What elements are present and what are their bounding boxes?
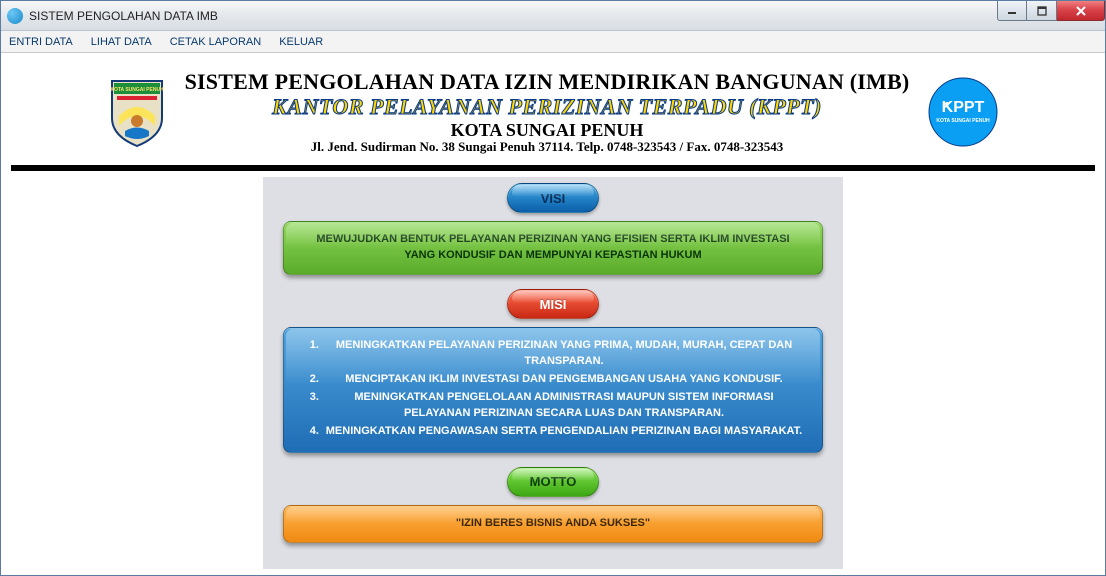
misi-pill: MISI — [507, 289, 599, 319]
menu-lihat-data[interactable]: LIHAT DATA — [91, 36, 152, 48]
visi-panel: MEWUJUDKAN BENTUK PELAYANAN PERIZINAN YA… — [283, 221, 823, 275]
client-area: KOTA SUNGAI PENUH SISTEM PENGOLAHAN DATA… — [1, 53, 1105, 575]
visi-label: VISI — [541, 191, 566, 206]
titlebar: SISTEM PENGOLAHAN DATA IMB — [1, 1, 1105, 31]
window-title: SISTEM PENGOLAHAN DATA IMB — [29, 9, 218, 23]
window-controls — [997, 1, 1105, 21]
maximize-button[interactable] — [1027, 1, 1057, 21]
kppt-logo-icon: KPPT KOTA SUNGAI PENUH — [927, 76, 999, 148]
content-area: VISI MEWUJUDKAN BENTUK PELAYANAN PERIZIN… — [263, 177, 843, 569]
misi-label: MISI — [540, 297, 567, 312]
minimize-icon — [1007, 6, 1017, 16]
close-button[interactable] — [1057, 1, 1105, 21]
city-crest-icon: KOTA SUNGAI PENUH — [107, 76, 167, 148]
motto-panel: "IZIN BERES BISNIS ANDA SUKSES" — [283, 505, 823, 543]
motto-text: "IZIN BERES BISNIS ANDA SUKSES" — [456, 517, 650, 529]
menu-entri-data[interactable]: ENTRI DATA — [9, 36, 73, 48]
header-text-block: SISTEM PENGOLAHAN DATA IZIN MENDIRIKAN B… — [185, 69, 910, 155]
header-title-line3: KOTA SUNGAI PENUH — [185, 120, 910, 141]
app-icon — [7, 8, 23, 24]
motto-pill: MOTTO — [507, 467, 599, 497]
header-title-line2: KANTOR PELAYANAN PERIZINAN TERPADU (KPPT… — [185, 94, 910, 119]
misi-item-3: MENINGKATKAN PENGELOLAAN ADMINISTRASI MA… — [322, 390, 806, 422]
maximize-icon — [1037, 6, 1047, 16]
svg-text:KPPT: KPPT — [942, 99, 985, 116]
svg-text:KOTA SUNGAI PENUH: KOTA SUNGAI PENUH — [937, 118, 991, 124]
header-address: Jl. Jend. Sudirman No. 38 Sungai Penuh 3… — [185, 140, 910, 155]
visi-pill: VISI — [507, 183, 599, 213]
misi-panel: MENINGKATKAN PELAYANAN PERIZINAN YANG PR… — [283, 327, 823, 453]
menubar: ENTRI DATA LIHAT DATA CETAK LAPORAN KELU… — [1, 31, 1105, 53]
misi-item-2: MENCIPTAKAN IKLIM INVESTASI DAN PENGEMBA… — [322, 372, 806, 388]
misi-item-1: MENINGKATKAN PELAYANAN PERIZINAN YANG PR… — [322, 338, 806, 370]
header-panel: KOTA SUNGAI PENUH SISTEM PENGOLAHAN DATA… — [11, 61, 1095, 171]
close-icon — [1075, 5, 1087, 17]
svg-text:KOTA SUNGAI PENUH: KOTA SUNGAI PENUH — [110, 87, 164, 93]
misi-item-4: MENINGKATKAN PENGAWASAN SERTA PENGENDALI… — [322, 424, 806, 440]
minimize-button[interactable] — [997, 1, 1027, 21]
misi-list: MENINGKATKAN PELAYANAN PERIZINAN YANG PR… — [300, 338, 806, 440]
app-window: SISTEM PENGOLAHAN DATA IMB ENTRI DATA LI… — [0, 0, 1106, 576]
motto-label: MOTTO — [530, 474, 577, 489]
header-title-line1: SISTEM PENGOLAHAN DATA IZIN MENDIRIKAN B… — [185, 69, 910, 94]
menu-keluar[interactable]: KELUAR — [279, 36, 323, 48]
menu-cetak-laporan[interactable]: CETAK LAPORAN — [170, 36, 262, 48]
visi-text: MEWUJUDKAN BENTUK PELAYANAN PERIZINAN YA… — [316, 233, 789, 261]
